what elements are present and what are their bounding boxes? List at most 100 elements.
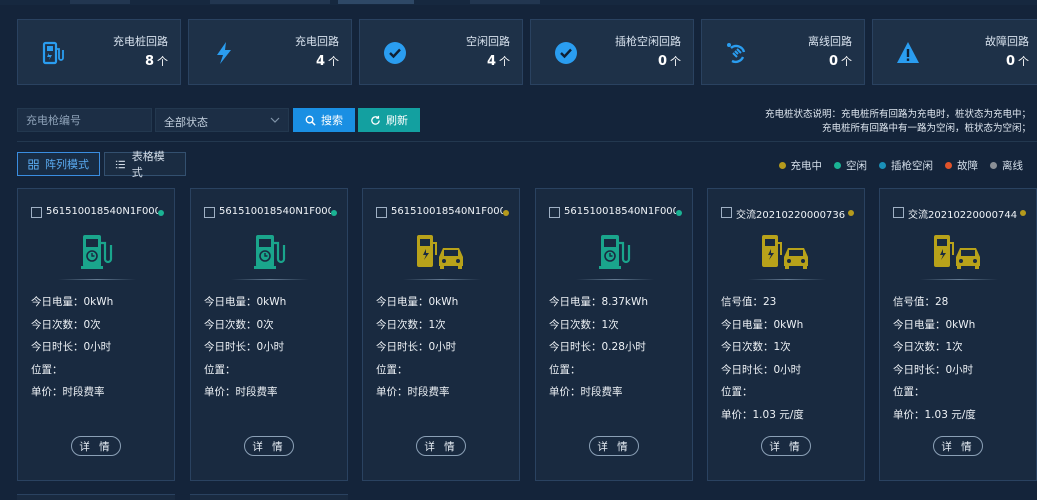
top-tab[interactable] (210, 0, 330, 4)
legend-dot (990, 162, 997, 169)
card-info-line: 位置： (721, 386, 753, 398)
stat-card-charger-loops: 充电桩回路 8个 (17, 19, 181, 85)
card-separator (576, 279, 654, 280)
status-select-value: 全部状态 (164, 116, 208, 129)
card-separator (748, 279, 826, 280)
card-info-line: 今日时长：0小时 (376, 341, 457, 353)
charger-idle-icon (599, 235, 631, 269)
stat-value: 4个 (315, 54, 339, 69)
charger-card: 交流20210220000736 信号值：23 今日电量：0kWh 今日次数：1次 今日… (707, 188, 865, 481)
card-info-line: 今日次数：0次 (204, 318, 274, 331)
grid-icon (28, 158, 39, 170)
search-icon (305, 115, 316, 126)
card-info-line: 信号值：23 (721, 296, 777, 308)
detail-button[interactable]: 详 情 (933, 436, 983, 456)
stat-label: 故障回路 (985, 35, 1029, 48)
status-dot (331, 210, 337, 216)
detail-button[interactable]: 详 情 (761, 436, 811, 456)
stat-card-idle-loops: 空闲回路 4个 (359, 19, 523, 85)
gun-number-input[interactable] (17, 108, 152, 132)
search-button-label: 搜索 (321, 114, 343, 127)
card-info-line: 单价：时段费率 (376, 386, 450, 398)
card-title: 561510018540N1F000… (564, 206, 676, 217)
card-info-line: 今日电量：0kWh (721, 318, 804, 331)
card-info-line: 今日电量：8.37kWh (549, 296, 648, 308)
card-title: 交流20210220000744 (908, 210, 1018, 221)
status-dot (848, 210, 854, 216)
card-checkbox[interactable] (893, 207, 904, 218)
card-info-line: 今日时长：0小时 (721, 363, 802, 376)
card-title: 561510018540N1F000… (391, 206, 503, 217)
card-info-line: 位置： (549, 363, 581, 376)
refresh-button[interactable]: 刷新 (358, 108, 420, 132)
status-explanation-note: 充电桩状态说明：充电桩所有回路为充电时，桩状态为充电中； 充电桩所有回路中有一路… (765, 108, 1031, 136)
stat-label: 空闲回路 (466, 35, 510, 48)
stat-value: 8个 (144, 54, 168, 69)
status-dot (158, 210, 164, 216)
top-tab-active[interactable] (338, 0, 414, 4)
card-info-line: 位置： (376, 363, 408, 376)
top-tab[interactable] (70, 0, 130, 4)
stat-label: 插枪空闲回路 (615, 35, 681, 48)
search-button[interactable]: 搜索 (293, 108, 355, 132)
charger-pile-icon (42, 41, 64, 65)
card-info-line: 位置： (893, 386, 925, 398)
legend-dot (834, 162, 841, 169)
detail-button[interactable]: 详 情 (416, 436, 466, 456)
card-info-line: 信号值：28 (893, 296, 949, 308)
detail-button[interactable]: 详 情 (589, 436, 639, 456)
detail-button[interactable]: 详 情 (71, 436, 121, 456)
charger-idle-icon (254, 235, 286, 269)
card-info-line: 今日时长：0小时 (31, 341, 112, 353)
charger-car-icon (762, 235, 808, 269)
table-mode-label: 表格模式 (131, 150, 165, 179)
table-mode-button[interactable]: 表格模式 (104, 150, 186, 179)
card-row-2-edge (17, 494, 175, 500)
legend-item: 空闲 (834, 158, 867, 173)
stat-value: 0个 (828, 54, 852, 69)
card-separator (920, 279, 998, 280)
check-circle-icon (555, 42, 577, 64)
charger-card: 561510018540N1F000… 今日电量：0kWh 今日次数：0次今日时长：… (17, 188, 175, 481)
card-info-line: 今日次数：1次 (549, 318, 619, 331)
legend-dot (778, 162, 786, 169)
card-info-line: 位置： (31, 363, 63, 376)
charger-card: 561510018540N1F000… 今日电量：0kWh 今日次数：0次今日时长：… (190, 188, 348, 481)
card-info-line: 单价：时段费率 (204, 386, 278, 398)
refresh-button-label: 刷新 (386, 114, 408, 127)
stat-label: 离线回路 (808, 35, 852, 48)
refresh-icon (371, 115, 380, 125)
stat-card-fault-loops: 故障回路 0个 (872, 19, 1037, 85)
card-info-line: 今日次数：1次 (721, 341, 791, 353)
grid-mode-label: 阵列模式 (45, 158, 89, 171)
stat-value: 4个 (486, 54, 510, 69)
stat-value: 0个 (1005, 54, 1029, 69)
card-separator (403, 279, 481, 280)
stat-value: 0个 (657, 54, 681, 69)
card-info-line: 单价：1.03 元/度 (893, 408, 976, 421)
card-info-line: 今日次数：0次 (31, 318, 101, 331)
lightning-icon (217, 42, 231, 64)
card-checkbox[interactable] (376, 207, 387, 218)
legend-dot (945, 162, 952, 169)
detail-button[interactable]: 详 情 (244, 436, 294, 456)
top-tab[interactable] (470, 0, 540, 4)
plug-offline-icon (727, 43, 746, 64)
charger-card: 交流20210220000744 信号值：28 今日电量：0kWh 今日次数：1次 今日… (879, 188, 1037, 481)
status-dot (503, 210, 509, 216)
card-info-line: 位置： (204, 363, 236, 376)
status-dot (676, 210, 682, 216)
card-checkbox[interactable] (721, 207, 732, 218)
card-info-line: 今日时长：0.28小时 (549, 341, 646, 353)
card-checkbox[interactable] (204, 207, 215, 218)
card-checkbox[interactable] (549, 207, 560, 218)
legend-dot (879, 162, 886, 169)
stat-card-offline-loops: 离线回路 0个 (701, 19, 865, 85)
check-circle-icon (384, 42, 406, 64)
card-checkbox[interactable] (31, 207, 42, 218)
divider (17, 141, 1037, 142)
card-info-line: 今日次数：1次 (376, 318, 446, 331)
status-select[interactable]: 全部状态 (155, 108, 289, 132)
card-info-line: 今日时长：0小时 (204, 341, 285, 353)
grid-mode-button[interactable]: 阵列模式 (17, 152, 100, 176)
